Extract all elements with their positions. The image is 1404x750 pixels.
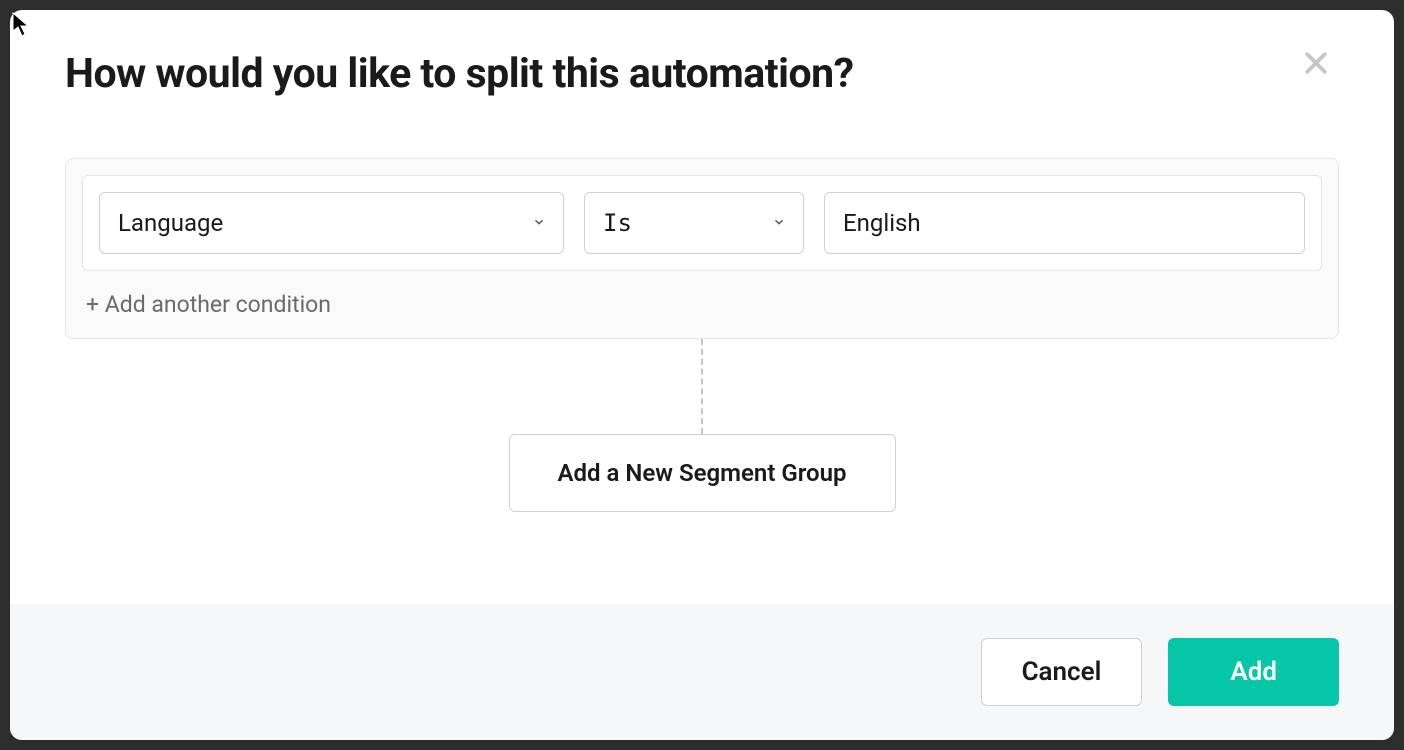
close-icon [1301, 43, 1331, 87]
modal-title: How would you like to split this automat… [65, 50, 853, 98]
cancel-button[interactable]: Cancel [981, 638, 1143, 706]
close-button[interactable] [1293, 45, 1339, 85]
modal-body: Language Is + Add another condition Add … [10, 128, 1394, 604]
modal-header: How would you like to split this automat… [10, 10, 1394, 128]
condition-operator-select[interactable]: Is [584, 192, 804, 254]
condition-operator-select-wrapper: Is [584, 192, 804, 254]
condition-group: Language Is + Add another condition [65, 158, 1339, 339]
add-button[interactable]: Add [1168, 638, 1339, 706]
add-another-condition-link[interactable]: + Add another condition [82, 271, 1322, 322]
add-new-segment-group-button[interactable]: Add a New Segment Group [509, 434, 896, 512]
condition-field-select[interactable]: Language [99, 192, 564, 254]
condition-value-input[interactable] [824, 192, 1305, 254]
condition-row: Language Is [82, 175, 1322, 271]
split-automation-modal: How would you like to split this automat… [10, 10, 1394, 740]
modal-footer: Cancel Add [10, 604, 1394, 740]
condition-field-select-wrapper: Language [99, 192, 564, 254]
connector-line [701, 339, 703, 434]
